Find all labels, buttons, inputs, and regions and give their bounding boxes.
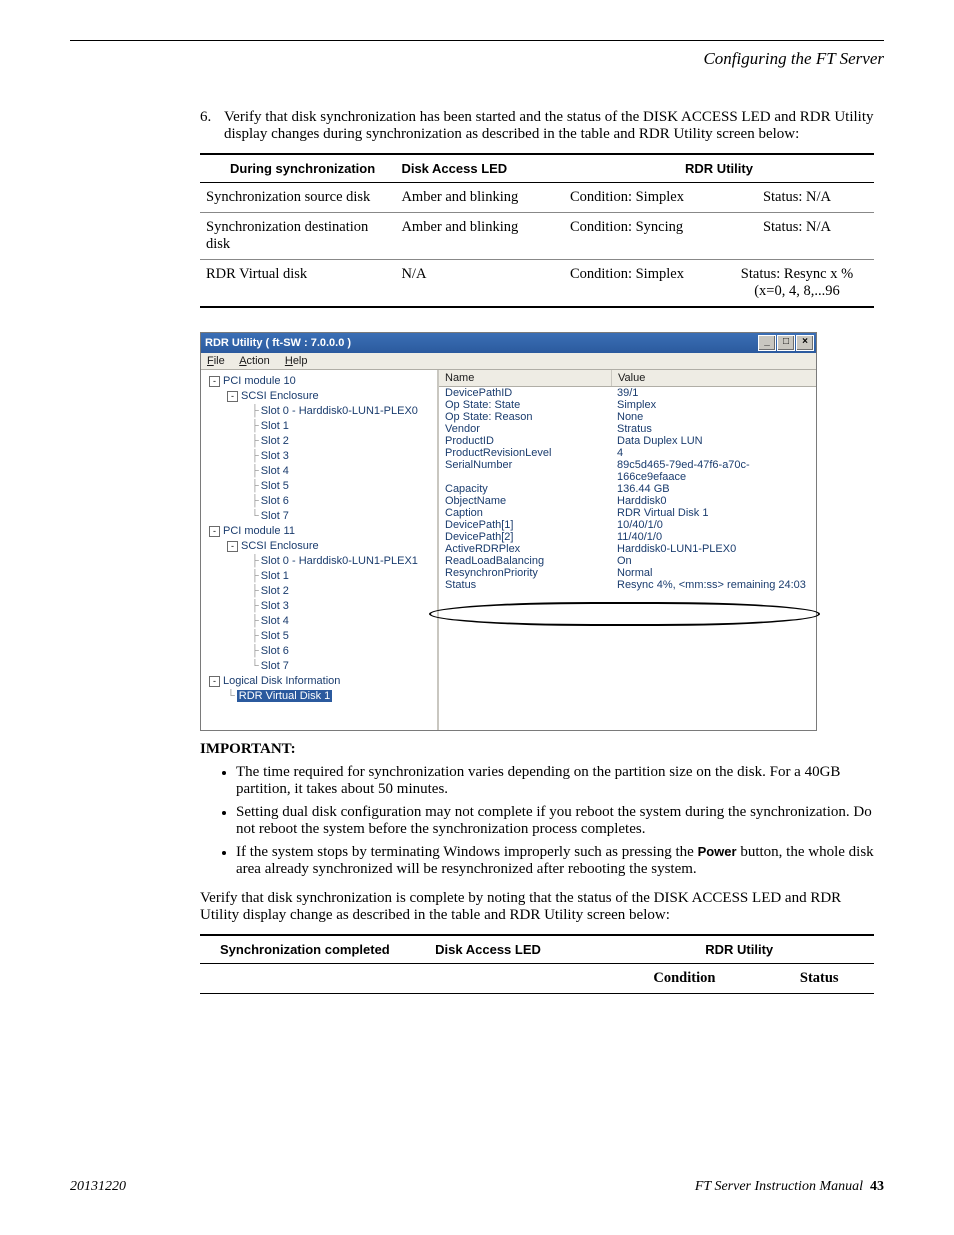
table-cell: Amber and blinking [395,183,564,213]
table-cell: RDR Virtual disk [200,260,395,308]
rdr-utility-window: RDR Utility ( ft-SW : 7.0.0.0 ) _ □ × Fi… [200,332,817,731]
step-number: 6. [200,109,224,143]
col-name[interactable]: Name [439,370,612,386]
th-complete: Synchronization completed [200,935,429,964]
table-cell: Condition: Syncing [564,213,720,260]
footer-date: 20131220 [70,1179,126,1195]
properties-list: DevicePathID39/1 Op State: StateSimplex … [439,387,816,730]
footer-manual: FT Server Instruction Manual 43 [695,1179,884,1195]
table-cell: Status: N/A [720,183,874,213]
col-value[interactable]: Value [612,370,816,386]
menu-file[interactable]: File [207,355,225,367]
table-cell: Synchronization source disk [200,183,395,213]
table-cell: Condition: Simplex [564,260,720,308]
highlight-oval [429,602,820,626]
th-during: During synchronization [200,154,395,183]
table-cell: N/A [395,260,564,308]
menu-help[interactable]: Help [285,355,308,367]
table-cell: Status: Resync x % (x=0, 4, 8,...96 [720,260,874,308]
list-item: Setting dual disk configuration may not … [236,804,874,838]
table-cell: Condition: Simplex [564,183,720,213]
maximize-icon[interactable]: □ [777,335,795,351]
close-icon[interactable]: × [796,335,814,351]
menu-action[interactable]: Action [239,355,270,367]
menubar: File Action Help [201,353,816,370]
section-header: Configuring the FT Server [70,49,884,69]
step-text: Verify that disk synchronization has bee… [224,109,874,143]
window-title: RDR Utility ( ft-SW : 7.0.0.0 ) [205,337,351,349]
minimize-icon[interactable]: _ [758,335,776,351]
th-led2: Disk Access LED [429,935,604,964]
table-cell: Amber and blinking [395,213,564,260]
sync-complete-table: Synchronization completed Disk Access LE… [200,934,874,994]
th-rdr: RDR Utility [564,154,874,183]
list-item: If the system stops by terminating Windo… [236,844,874,878]
th-rdr2: RDR Utility [604,935,874,964]
table-cell: Synchronization destination disk [200,213,395,260]
sync-table: During synchronization Disk Access LED R… [200,153,874,308]
sub-status: Status [764,964,874,994]
tree-selected[interactable]: RDR Virtual Disk 1 [237,690,333,702]
sub-condition: Condition [604,964,764,994]
th-led: Disk Access LED [395,154,564,183]
important-heading: IMPORTANT: [200,741,874,758]
table-cell: Status: N/A [720,213,874,260]
list-item: The time required for synchronization va… [236,764,874,798]
tree-pane[interactable]: -PCI module 10 -SCSI Enclosure ├Slot 0 -… [201,370,439,730]
paragraph: Verify that disk synchronization is comp… [200,890,874,924]
